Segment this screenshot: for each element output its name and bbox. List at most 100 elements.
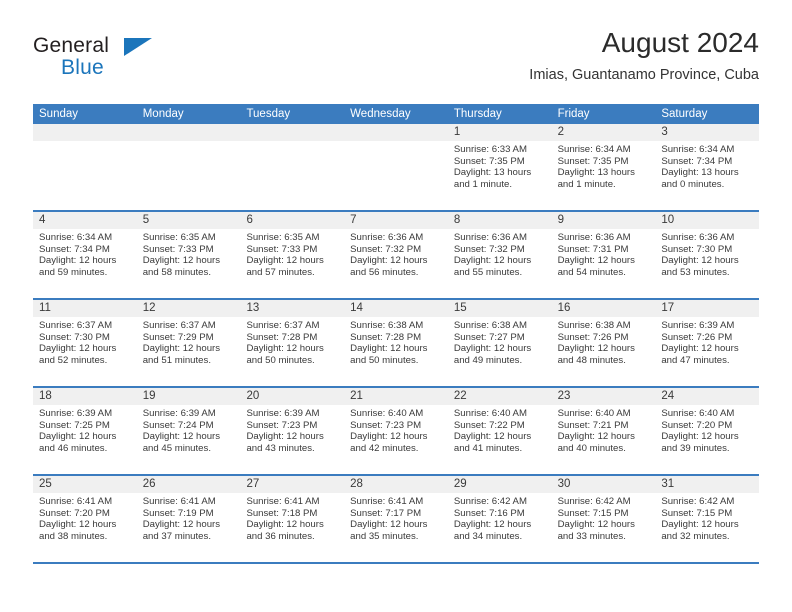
calendar-day-cell[interactable]: 26 Sunrise: 6:41 AM Sunset: 7:19 PM Dayligh…: [136, 476, 241, 562]
calendar-day-cell[interactable]: 11 Sunrise: 6:37 AM Sunset: 7:30 PM Dayligh…: [33, 300, 137, 386]
calendar-day-cell[interactable]: 28 Sunrise: 6:41 AM Sunset: 7:17 PM Dayligh…: [344, 476, 448, 562]
day-details: Sunrise: 6:40 AM Sunset: 7:21 PM Daylight:…: [552, 405, 656, 454]
calendar-day-cell[interactable]: 1 Sunrise: 6:33 AM Sunset: 7:35 PM Daylight…: [447, 124, 552, 210]
day-number: 17: [655, 300, 760, 317]
sunset-text: Sunset: 7:28 PM: [350, 331, 422, 343]
sunset-text: Sunset: 7:15 PM: [557, 507, 629, 519]
day-details: Sunrise: 6:33 AM Sunset: 7:35 PM Daylight:…: [448, 141, 552, 190]
calendar-day-cell[interactable]: 16 Sunrise: 6:38 AM Sunset: 7:26 PM Dayligh…: [551, 300, 656, 386]
sunrise-text: Sunrise: 6:36 AM: [350, 232, 424, 243]
sunrise-text: Sunrise: 6:42 AM: [557, 496, 631, 507]
sunrise-text: Sunrise: 6:34 AM: [557, 144, 631, 155]
daylight-text: Daylight: 12 hours and 51 minutes.: [142, 343, 221, 366]
calendar-day-cell[interactable]: 21 Sunrise: 6:40 AM Sunset: 7:23 PM Dayligh…: [344, 388, 448, 474]
calendar-day-cell[interactable]: 22 Sunrise: 6:40 AM Sunset: 7:22 PM Dayligh…: [447, 388, 552, 474]
calendar-day-cell[interactable]: 25 Sunrise: 6:41 AM Sunset: 7:20 PM Dayligh…: [33, 476, 137, 562]
calendar-day-cell[interactable]: 4 Sunrise: 6:34 AM Sunset: 7:34 PM Daylight…: [33, 212, 137, 298]
sunrise-text: Sunrise: 6:36 AM: [557, 232, 631, 243]
daylight-text: Daylight: 13 hours and 1 minute.: [453, 167, 532, 190]
daylight-text: Daylight: 12 hours and 58 minutes.: [142, 255, 221, 278]
calendar-day-cell[interactable]: 14 Sunrise: 6:38 AM Sunset: 7:28 PM Dayligh…: [344, 300, 448, 386]
sunset-text: Sunset: 7:30 PM: [661, 243, 733, 255]
day-number: 3: [655, 124, 760, 141]
calendar-day-cell[interactable]: 7 Sunrise: 6:36 AM Sunset: 7:32 PM Daylight…: [344, 212, 448, 298]
sunrise-text: Sunrise: 6:40 AM: [557, 408, 631, 419]
day-details: Sunrise: 6:36 AM Sunset: 7:32 PM Daylight:…: [344, 229, 448, 278]
calendar-day-cell[interactable]: 17 Sunrise: 6:39 AM Sunset: 7:26 PM Dayligh…: [655, 300, 760, 386]
daylight-text: Daylight: 12 hours and 56 minutes.: [350, 255, 428, 278]
sunrise-text: Sunrise: 6:36 AM: [661, 232, 735, 243]
calendar-day-cell[interactable]: 3 Sunrise: 6:34 AM Sunset: 7:34 PM Daylight…: [655, 124, 760, 210]
day-number: 26: [136, 476, 241, 493]
daylight-text: Daylight: 12 hours and 38 minutes.: [39, 519, 117, 542]
calendar-day-cell[interactable]: 24 Sunrise: 6:40 AM Sunset: 7:20 PM Dayligh…: [655, 388, 760, 474]
sunset-text: Sunset: 7:31 PM: [557, 243, 629, 255]
weekday-friday: Friday: [557, 108, 590, 120]
calendar-day-cell[interactable]: 20 Sunrise: 6:39 AM Sunset: 7:23 PM Dayligh…: [240, 388, 345, 474]
calendar-day-cell[interactable]: 15 Sunrise: 6:38 AM Sunset: 7:27 PM Dayligh…: [447, 300, 552, 386]
day-number: 21: [344, 388, 448, 405]
calendar-day-cell[interactable]: 8 Sunrise: 6:36 AM Sunset: 7:32 PM Daylight…: [447, 212, 552, 298]
daylight-text: Daylight: 12 hours and 45 minutes.: [142, 431, 221, 454]
sunrise-text: Sunrise: 6:36 AM: [453, 232, 527, 243]
daylight-text: Daylight: 12 hours and 35 minutes.: [350, 519, 428, 542]
sunrise-text: Sunrise: 6:33 AM: [453, 144, 527, 155]
calendar-day-cell[interactable]: 23 Sunrise: 6:40 AM Sunset: 7:21 PM Dayligh…: [551, 388, 656, 474]
calendar-day-cell[interactable]: 31 Sunrise: 6:42 AM Sunset: 7:15 PM Dayligh…: [655, 476, 760, 562]
sunset-text: Sunset: 7:29 PM: [142, 331, 214, 343]
day-number: 25: [33, 476, 137, 493]
day-number: [33, 124, 137, 141]
sunset-text: Sunset: 7:30 PM: [39, 331, 110, 343]
day-details: Sunrise: 6:40 AM Sunset: 7:20 PM Daylight:…: [655, 405, 759, 454]
calendar-day-cell[interactable]: 9 Sunrise: 6:36 AM Sunset: 7:31 PM Daylight…: [551, 212, 656, 298]
calendar-day-cell[interactable]: 2 Sunrise: 6:34 AM Sunset: 7:35 PM Daylight…: [551, 124, 656, 210]
daylight-text: Daylight: 12 hours and 50 minutes.: [246, 343, 324, 366]
sunset-text: Sunset: 7:20 PM: [39, 507, 110, 519]
calendar-day-cell[interactable]: 10 Sunrise: 6:36 AM Sunset: 7:30 PM Dayligh…: [655, 212, 760, 298]
calendar-weeks: 1 Sunrise: 6:33 AM Sunset: 7:35 PM Daylight…: [33, 124, 760, 564]
page-subtitle: Imias, Guantanamo Province, Cuba: [529, 67, 759, 83]
daylight-text: Daylight: 12 hours and 57 minutes.: [246, 255, 324, 278]
sunrise-text: Sunrise: 6:34 AM: [661, 144, 735, 155]
sunrise-text: Sunrise: 6:40 AM: [661, 408, 735, 419]
daylight-text: Daylight: 12 hours and 59 minutes.: [39, 255, 117, 278]
calendar-day-cell[interactable]: 19 Sunrise: 6:39 AM Sunset: 7:24 PM Dayligh…: [136, 388, 241, 474]
day-number: 29: [447, 476, 552, 493]
calendar-day-cell[interactable]: 6 Sunrise: 6:35 AM Sunset: 7:33 PM Daylight…: [240, 212, 345, 298]
generalblue-logo[interactable]: General Blue: [33, 34, 163, 82]
day-details: Sunrise: 6:35 AM Sunset: 7:33 PM Daylight:…: [240, 229, 344, 278]
day-details: Sunrise: 6:42 AM Sunset: 7:15 PM Daylight:…: [655, 493, 759, 542]
weekday-tuesday: Tuesday: [246, 108, 291, 120]
day-details: Sunrise: 6:41 AM Sunset: 7:19 PM Daylight:…: [137, 493, 241, 542]
calendar-day-cell[interactable]: 12 Sunrise: 6:37 AM Sunset: 7:29 PM Dayligh…: [136, 300, 241, 386]
day-number: 16: [551, 300, 656, 317]
calendar-day-cell[interactable]: 5 Sunrise: 6:35 AM Sunset: 7:33 PM Daylight…: [136, 212, 241, 298]
weekday-saturday: Saturday: [661, 108, 708, 120]
calendar-day-cell[interactable]: 27 Sunrise: 6:41 AM Sunset: 7:18 PM Dayligh…: [240, 476, 345, 562]
day-details: Sunrise: 6:36 AM Sunset: 7:31 PM Daylight:…: [552, 229, 656, 278]
day-number: 11: [33, 300, 137, 317]
daylight-text: Daylight: 12 hours and 32 minutes.: [661, 519, 739, 542]
day-number: 22: [447, 388, 552, 405]
day-number: 10: [655, 212, 760, 229]
calendar-day-empty: [344, 124, 448, 210]
calendar-day-empty: [240, 124, 345, 210]
sunset-text: Sunset: 7:23 PM: [350, 419, 422, 431]
sunrise-text: Sunrise: 6:39 AM: [39, 408, 113, 419]
sunrise-text: Sunrise: 6:35 AM: [246, 232, 320, 243]
sunrise-text: Sunrise: 6:41 AM: [350, 496, 424, 507]
weekday-monday: Monday: [142, 108, 184, 120]
day-details: Sunrise: 6:34 AM Sunset: 7:35 PM Daylight:…: [552, 141, 656, 190]
calendar-day-cell[interactable]: 30 Sunrise: 6:42 AM Sunset: 7:15 PM Dayligh…: [551, 476, 656, 562]
daylight-text: Daylight: 13 hours and 1 minute.: [557, 167, 635, 190]
calendar-day-cell[interactable]: 13 Sunrise: 6:37 AM Sunset: 7:28 PM Dayligh…: [240, 300, 345, 386]
calendar-day-cell[interactable]: 18 Sunrise: 6:39 AM Sunset: 7:25 PM Dayligh…: [33, 388, 137, 474]
weekday-header-row: Sunday Monday Tuesday Wednesday Thursday…: [33, 104, 759, 124]
calendar-week-row: 11 Sunrise: 6:37 AM Sunset: 7:30 PM Dayligh…: [33, 300, 760, 388]
day-number: [136, 124, 241, 141]
calendar-week-row: 25 Sunrise: 6:41 AM Sunset: 7:20 PM Dayligh…: [33, 476, 760, 564]
sunrise-text: Sunrise: 6:38 AM: [557, 320, 631, 331]
calendar-day-cell[interactable]: 29 Sunrise: 6:42 AM Sunset: 7:16 PM Dayligh…: [447, 476, 552, 562]
day-number: 23: [551, 388, 656, 405]
sunset-text: Sunset: 7:35 PM: [557, 155, 629, 167]
